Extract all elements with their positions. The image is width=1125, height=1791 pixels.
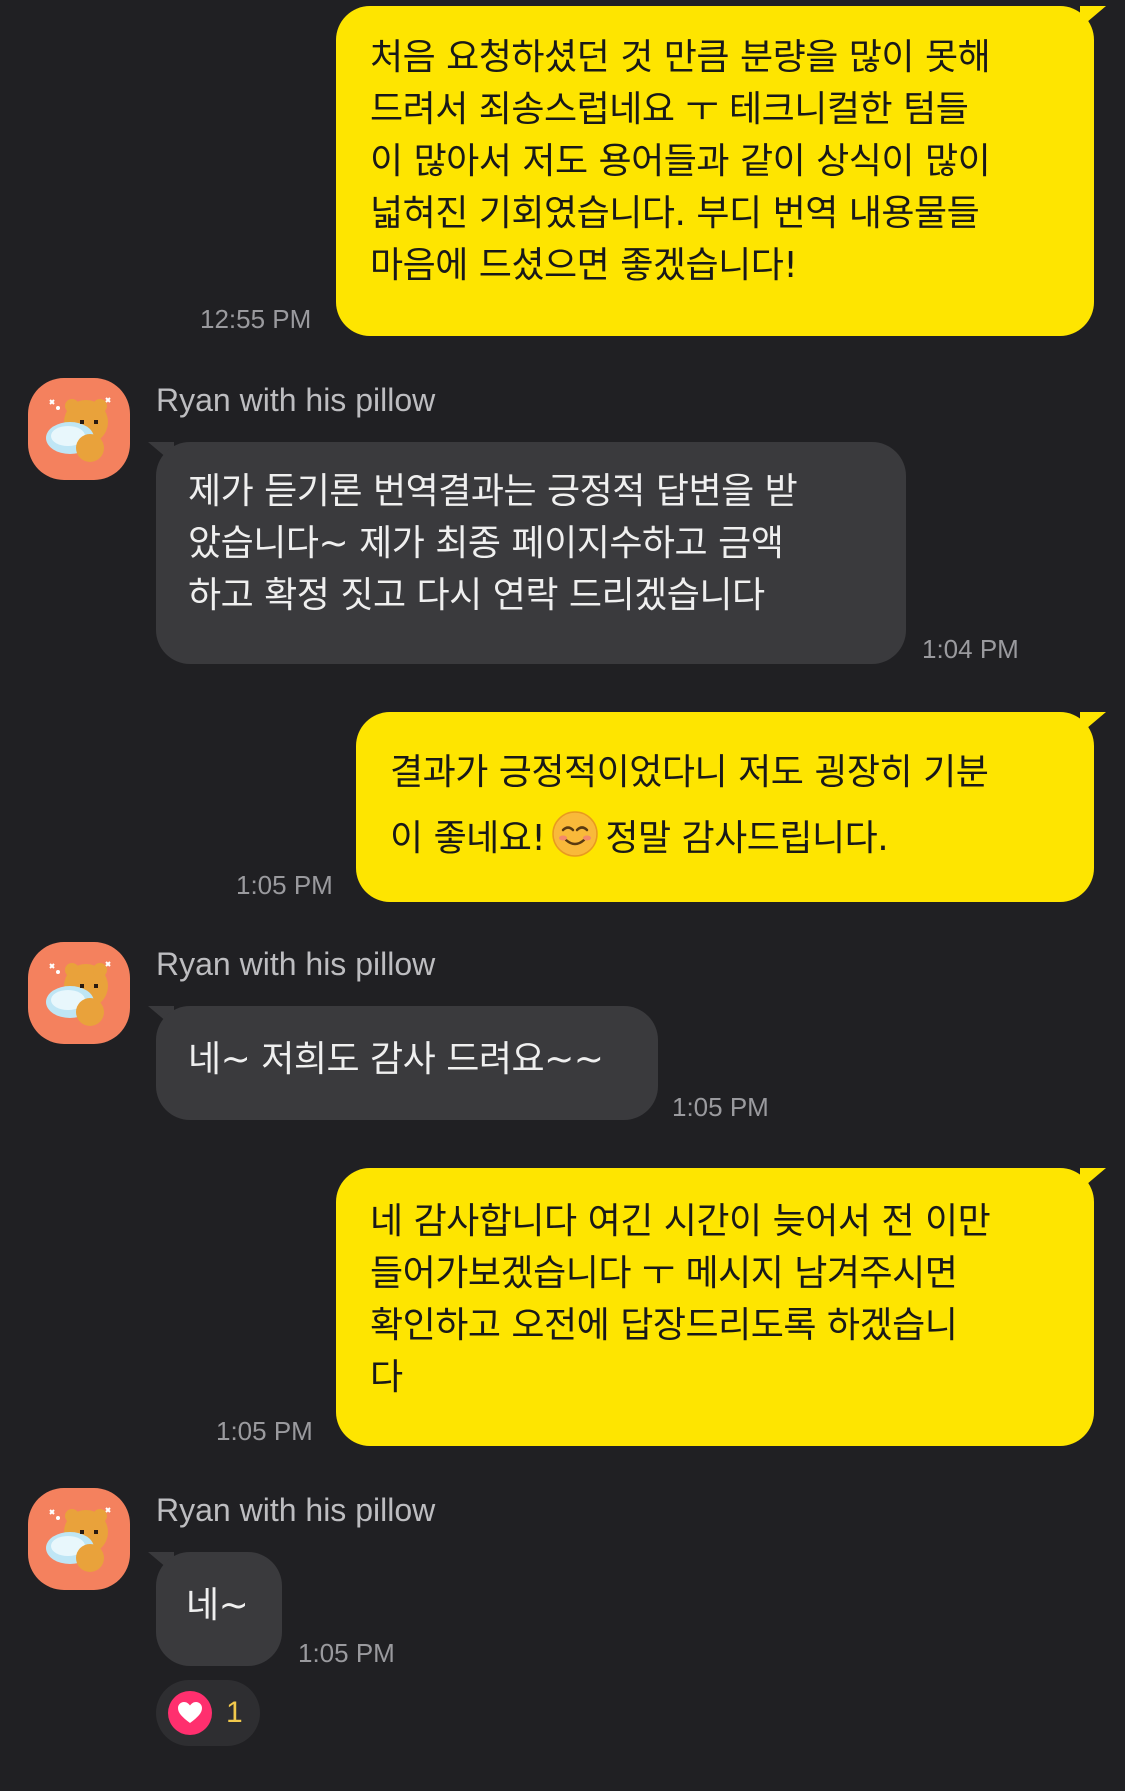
incoming-bubble[interactable]: 네~ 저희도 감사 드려요~~ xyxy=(156,1006,658,1120)
message-text: 넓혀진 기회였습니다. 부디 번역 내용물들 xyxy=(370,193,980,234)
bubble-tail xyxy=(1080,1168,1106,1190)
incoming-bubble[interactable]: 네~ xyxy=(156,1552,282,1666)
message-text: 드려서 죄송스럽네요 ㅜ 테크니컬한 텀들 xyxy=(370,89,969,130)
ryan-avatar-icon xyxy=(46,1507,111,1572)
message-timestamp: 1:05 PM xyxy=(298,1638,395,1668)
message-timestamp: 1:05 PM xyxy=(236,870,333,900)
message-text: 네 감사합니다 여긴 시간이 늦어서 전 이만 xyxy=(370,1201,991,1242)
incoming-bubble[interactable]: 제가 듣기론 번역결과는 긍정적 답변을 받 았습니다~ 제가 최종 페이지수하… xyxy=(156,442,906,664)
sender-name: Ryan with his pillow xyxy=(156,382,436,418)
message-text: 네~ 저희도 감사 드려요~~ xyxy=(188,1039,604,1080)
outgoing-bubble[interactable]: 처음 요청하셨던 것 만큼 분량을 많이 못해 드려서 죄송스럽네요 ㅜ 테크니… xyxy=(336,6,1094,336)
message-timestamp: 1:05 PM xyxy=(216,1416,313,1446)
bubble-tail xyxy=(1080,712,1106,734)
ryan-avatar-icon xyxy=(46,397,111,462)
sender-name: Ryan with his pillow xyxy=(156,1492,436,1528)
message-text: 이 많아서 저도 용어들과 같이 상식이 많이 xyxy=(370,141,991,182)
message-text: 정말 감사드립니다. xyxy=(605,818,889,859)
message-timestamp: 1:05 PM xyxy=(672,1092,769,1122)
outgoing-bubble[interactable]: 결과가 긍정적이었다니 저도 굉장히 기분 이 좋네요! 정말 감사드립니다. xyxy=(356,712,1094,902)
outgoing-bubble[interactable]: 네 감사합니다 여긴 시간이 늦어서 전 이만 들어가보겠습니다 ㅜ 메시지 남… xyxy=(336,1168,1094,1446)
reaction-count: 1 xyxy=(226,1696,243,1729)
message-text: 다 xyxy=(370,1357,403,1398)
message-text: 네~ xyxy=(186,1585,249,1626)
avatar[interactable] xyxy=(28,1488,130,1590)
heart-icon xyxy=(168,1691,212,1735)
message-text: 았습니다~ 제가 최종 페이지수하고 금액 xyxy=(188,523,784,564)
message-text: 확인하고 오전에 답장드리도록 하겠습니 xyxy=(370,1305,958,1346)
smiling-face-icon xyxy=(552,811,599,857)
sender-name: Ryan with his pillow xyxy=(156,946,436,982)
message-text: 들어가보겠습니다 ㅜ 메시지 남겨주시면 xyxy=(370,1253,958,1294)
avatar[interactable] xyxy=(28,942,130,1044)
bubble-tail xyxy=(1080,6,1106,28)
ryan-avatar-icon xyxy=(46,961,111,1026)
message-timestamp: 12:55 PM xyxy=(200,304,312,334)
avatar[interactable] xyxy=(28,378,130,480)
message-text: 이 좋네요! xyxy=(390,818,546,859)
message-text-line: 이 좋네요! 정말 감사드립니다. xyxy=(390,806,1060,872)
message-text: 처음 요청하셨던 것 만큼 분량을 많이 못해 xyxy=(370,37,991,78)
message-text: 마음에 드셨으면 좋겠습니다! xyxy=(370,245,798,286)
message-text: 하고 확정 짓고 다시 연락 드리겠습니다 xyxy=(188,575,765,616)
message-text: 결과가 긍정적이었다니 저도 굉장히 기분 xyxy=(390,752,989,793)
reaction-badge[interactable]: 1 xyxy=(156,1680,260,1746)
message-timestamp: 1:04 PM xyxy=(922,634,1019,664)
message-text: 제가 듣기론 번역결과는 긍정적 답변을 받 xyxy=(188,471,798,512)
